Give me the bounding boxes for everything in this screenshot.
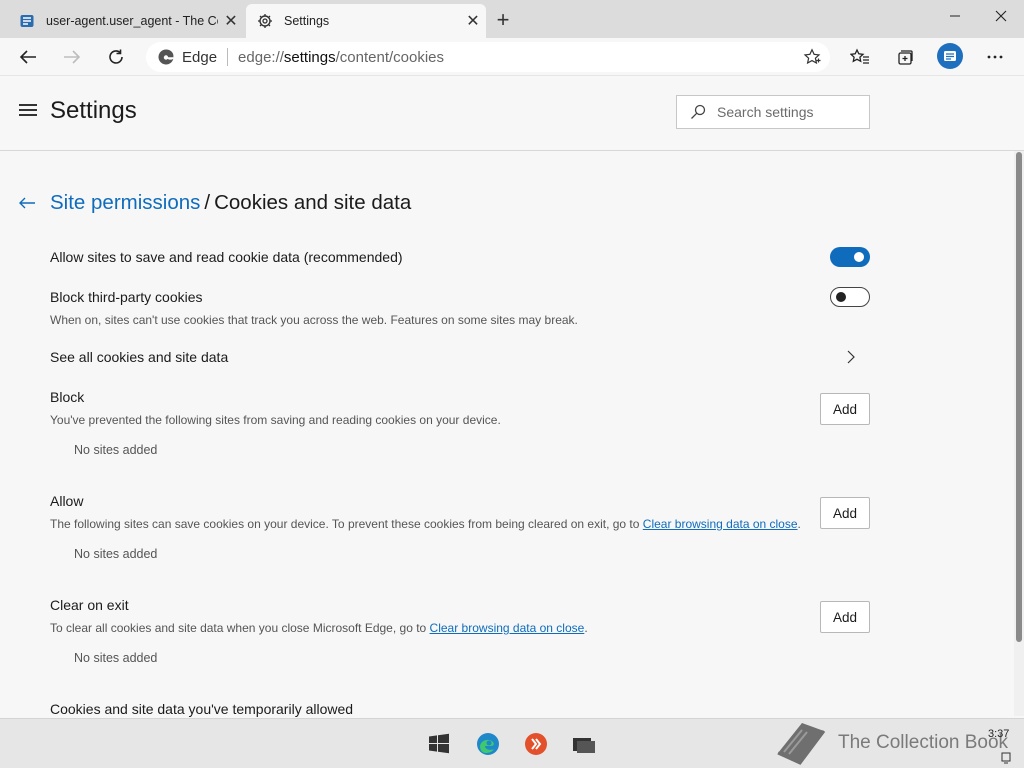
block-section-title: Block	[50, 389, 85, 405]
breadcrumb: Site permissions / Cookies and site data	[50, 191, 411, 215]
allow-cookies-label: Allow sites to save and read cookie data…	[50, 249, 403, 265]
toggle-knob	[854, 252, 864, 262]
allow-description-suffix: .	[797, 517, 801, 531]
url-host: settings	[283, 48, 336, 66]
clear-browsing-data-link[interactable]: Clear browsing data on close	[643, 517, 798, 531]
page-title: Settings	[50, 97, 137, 124]
clear-description-prefix: To clear all cookies and site data when …	[50, 621, 430, 635]
back-icon[interactable]	[12, 42, 44, 72]
clear-description-suffix: .	[584, 621, 588, 635]
edge-logo-icon	[156, 47, 176, 67]
gear-icon	[256, 12, 274, 30]
more-options-icon[interactable]	[979, 42, 1011, 72]
clear-browsing-data-link[interactable]: Clear browsing data on close	[430, 621, 585, 635]
tab-title: Settings	[284, 14, 330, 28]
window-close-icon[interactable]	[978, 0, 1024, 32]
close-tab-icon[interactable]: ✕	[218, 8, 244, 34]
tab-user-agent[interactable]: user-agent.user_agent - The Coll ✕	[8, 4, 244, 38]
breadcrumb-separator: /	[204, 191, 211, 214]
tab-settings[interactable]: Settings ✕	[246, 4, 486, 38]
clear-on-exit-empty-text: No sites added	[74, 651, 158, 665]
task-view-icon[interactable]	[572, 732, 596, 756]
watermark-text: The Collection Book	[838, 732, 1009, 753]
profile-avatar-icon[interactable]	[937, 43, 963, 69]
block-third-party-label: Block third-party cookies	[50, 289, 203, 305]
taskbar-clock[interactable]: 3:37	[988, 728, 1009, 740]
close-tab-icon[interactable]: ✕	[460, 8, 486, 34]
clear-on-exit-title: Clear on exit	[50, 597, 129, 613]
url-path: /content/cookies	[335, 48, 445, 66]
search-placeholder: Search settings	[717, 104, 814, 120]
allow-cookies-toggle[interactable]	[830, 247, 870, 267]
favorites-icon[interactable]	[844, 42, 876, 72]
breadcrumb-site-permissions[interactable]: Site permissions	[50, 191, 200, 214]
browser-brand: Edge	[182, 48, 218, 66]
refresh-icon[interactable]	[100, 42, 132, 72]
temporarily-allowed-title: Cookies and site data you've temporarily…	[50, 701, 354, 717]
forward-icon[interactable]	[56, 42, 88, 72]
scrollbar-thumb[interactable]	[1016, 152, 1022, 642]
address-bar[interactable]: Edge edge:// settings /content/cookies	[146, 42, 830, 72]
collections-icon[interactable]	[889, 42, 921, 72]
new-tab-button[interactable]: +	[490, 7, 516, 33]
remote-app-icon[interactable]	[524, 732, 548, 756]
allow-section-description: The following sites can save cookies on …	[50, 517, 801, 531]
windows-start-icon[interactable]	[427, 732, 451, 756]
clear-on-exit-add-button[interactable]: Add	[820, 601, 870, 633]
allow-section-title: Allow	[50, 493, 84, 509]
search-icon	[689, 103, 707, 121]
breadcrumb-current: Cookies and site data	[214, 191, 412, 214]
block-section-description: You've prevented the following sites fro…	[50, 413, 501, 427]
back-arrow-icon[interactable]	[18, 194, 38, 212]
see-all-cookies-link[interactable]: See all cookies and site data	[50, 349, 228, 365]
tab-title: user-agent.user_agent - The Coll	[46, 14, 218, 28]
block-add-button[interactable]: Add	[820, 393, 870, 425]
url-scheme: edge://	[238, 48, 284, 66]
search-input[interactable]: Search settings	[676, 95, 870, 129]
minimize-icon[interactable]	[932, 0, 978, 32]
chevron-right-icon[interactable]	[844, 349, 858, 365]
block-third-party-description: When on, sites can't use cookies that tr…	[50, 313, 578, 327]
address-separator	[227, 48, 229, 66]
book-icon	[18, 12, 36, 30]
block-third-party-toggle[interactable]	[830, 287, 870, 307]
edge-taskbar-icon[interactable]	[476, 732, 500, 756]
book-logo-icon	[772, 719, 830, 767]
settings-header	[0, 76, 1024, 151]
menu-hamburger-icon[interactable]	[19, 104, 37, 118]
block-empty-text: No sites added	[74, 443, 158, 457]
allow-description-prefix: The following sites can save cookies on …	[50, 517, 643, 531]
allow-add-button[interactable]: Add	[820, 497, 870, 529]
favorite-star-icon[interactable]	[802, 47, 822, 67]
collection-book-watermark: The Collection Book	[772, 718, 1012, 768]
allow-empty-text: No sites added	[74, 547, 158, 561]
clear-on-exit-description: To clear all cookies and site data when …	[50, 621, 588, 635]
notification-icon[interactable]	[1001, 751, 1011, 764]
toggle-knob	[836, 291, 846, 302]
